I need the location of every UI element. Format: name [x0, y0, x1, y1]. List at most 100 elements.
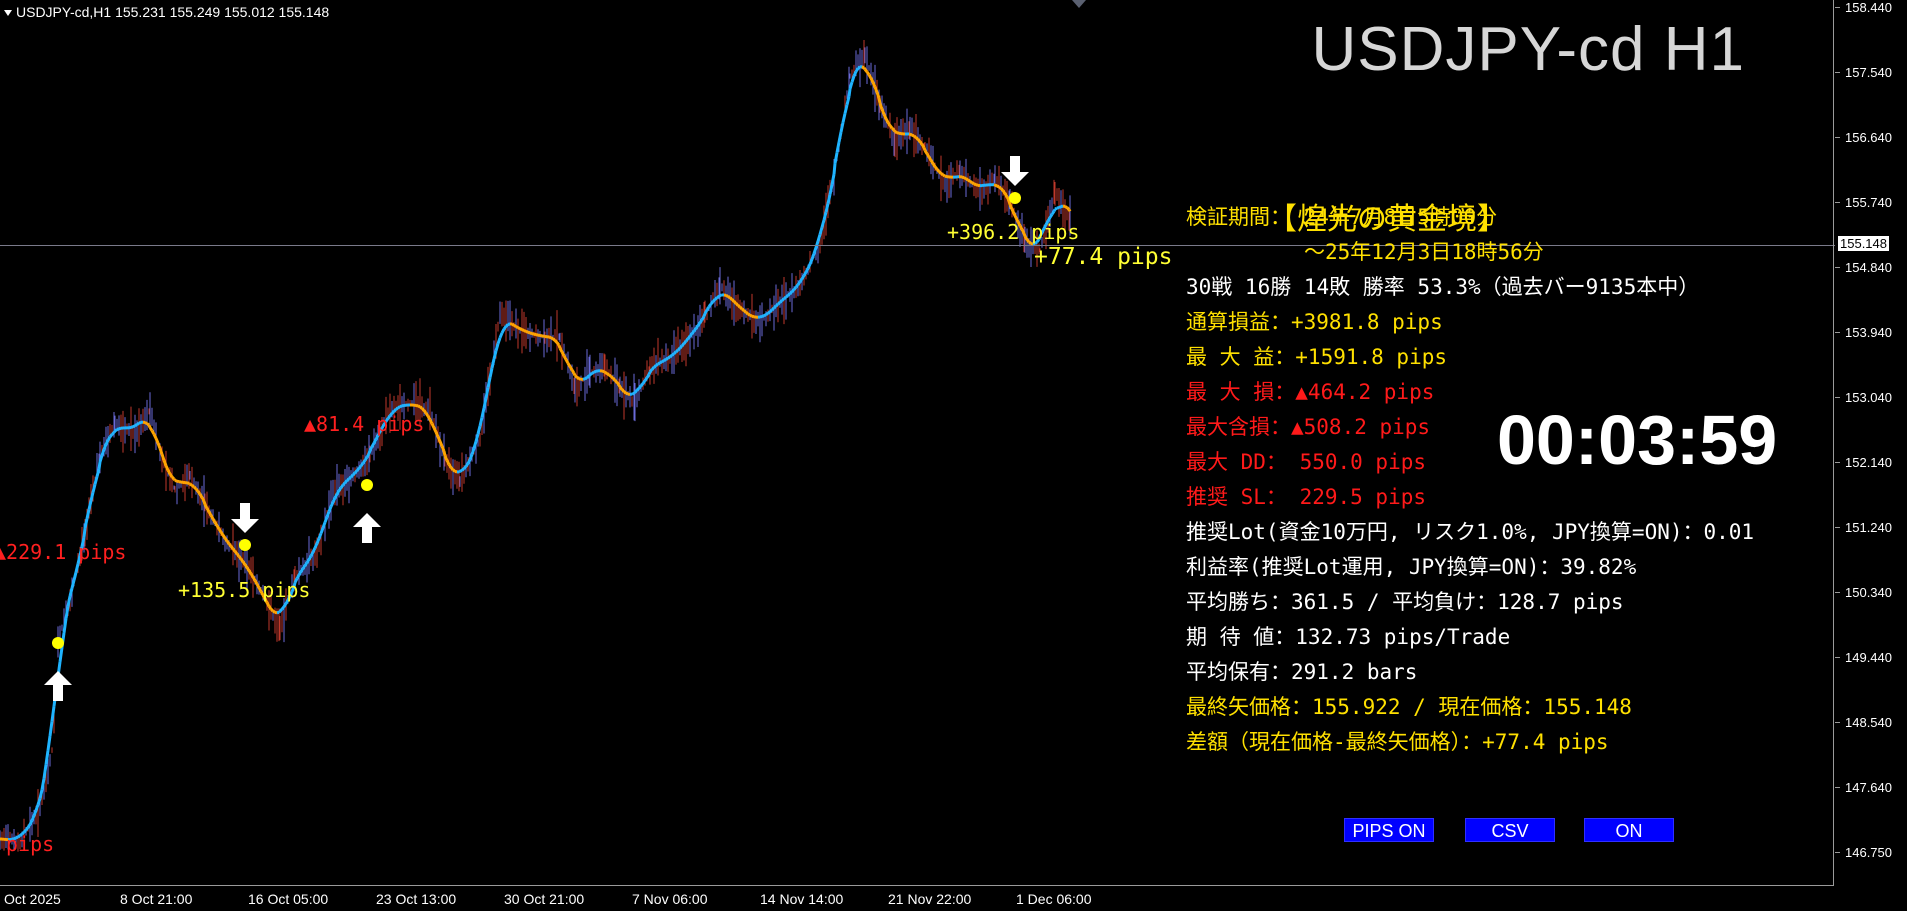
pips-toggle-button[interactable]: PIPS ON [1344, 818, 1434, 842]
ma-segment [317, 532, 323, 540]
ma-segment [470, 447, 476, 455]
ma-segment [194, 487, 200, 493]
ma-segment [765, 312, 769, 316]
current-price-badge: 155.148 [1838, 236, 1889, 251]
ma-segment [678, 344, 684, 350]
stat-max-profit: 最 大 益：+1591.8 pips [1186, 345, 1448, 369]
ma-segment [848, 81, 854, 90]
ma-segment [787, 292, 791, 297]
ma-segment [837, 131, 843, 143]
time-axis[interactable]: Oct 2025 8 Oct 21:00 16 Oct 05:00 23 Oct… [0, 887, 1835, 911]
chart-area[interactable]: USDJPY-cd,H1 155.231 155.249 155.012 155… [0, 0, 1835, 887]
ma-segment [971, 181, 975, 186]
ma-segment [341, 481, 347, 487]
ma-segment [810, 253, 816, 260]
ma-segment [335, 489, 341, 495]
ma-segment [488, 367, 494, 378]
ma-segment [743, 309, 747, 314]
stat-record: 30戦 16勝 14敗 勝率 53.3%（過去バー9135本中） [1186, 275, 1700, 299]
price-tick: 156.640 [1835, 130, 1892, 145]
ma-segment [747, 312, 751, 317]
ma-segment [566, 362, 572, 368]
ma-segment [215, 524, 221, 530]
ma-segment [319, 527, 325, 534]
ma-segment [587, 373, 592, 378]
ma-segment [963, 176, 967, 181]
ma-segment [582, 377, 586, 381]
ma-segment [1050, 210, 1056, 216]
ma-segment [50, 705, 56, 722]
ma-segment [130, 425, 134, 429]
csv-export-button[interactable]: CSV [1465, 818, 1555, 842]
ma-segment [871, 81, 877, 88]
time-tick: 21 Nov 22:00 [888, 891, 972, 907]
price-axis[interactable]: 158.440 157.540 156.640 155.740 154.840 … [1835, 0, 1907, 887]
ma-segment [428, 418, 434, 425]
ma-segment [32, 809, 38, 817]
ma-segment [671, 352, 675, 357]
ma-segment [241, 560, 247, 566]
ma-segment [770, 306, 776, 311]
ma-segment [975, 183, 979, 187]
ma-segment [311, 547, 317, 553]
ma-segment [973, 182, 977, 187]
ma-segment [492, 350, 498, 360]
moving-average-line [0, 65, 1072, 842]
ma-segment [219, 531, 225, 536]
ma-segment [998, 185, 1002, 190]
ma-segment [843, 104, 849, 114]
ma-segment [645, 373, 651, 379]
ma-segment [940, 172, 944, 177]
ma-segment [862, 66, 867, 71]
symbol-header: USDJPY-cd,H1 155.231 155.249 155.012 155… [4, 4, 329, 20]
ma-segment [894, 130, 898, 134]
ma-segment [205, 507, 211, 513]
ma-segment [327, 506, 333, 513]
ma-segment [46, 735, 52, 751]
ma-segment [192, 485, 198, 490]
ma-segment [443, 455, 449, 462]
ma-segment [217, 528, 223, 533]
trade-result-label: ▲229.1 pips [0, 540, 127, 564]
ma-segment [767, 310, 771, 315]
ma-segment [816, 234, 822, 242]
ma-segment [158, 447, 164, 455]
ma-segment [438, 440, 444, 447]
ma-segment [576, 376, 580, 380]
ma-segment [790, 288, 796, 293]
buy-arrow-icon [353, 513, 381, 543]
time-tick: 1 Dec 06:00 [1016, 891, 1092, 907]
ma-segment [147, 424, 152, 429]
ma-segment [494, 343, 500, 352]
ma-segment [132, 424, 136, 429]
trade-result-label: ▲81.4 pips [304, 412, 425, 436]
ma-segment [965, 177, 969, 182]
on-toggle-button[interactable]: ON [1584, 818, 1674, 842]
time-tick: 8 Oct 21:00 [120, 891, 193, 907]
ma-segment [647, 371, 652, 376]
stat-avg-win-loss: 平均勝ち：361.5 / 平均負け：128.7 pips [1186, 590, 1624, 614]
scroll-marker-icon[interactable] [1072, 0, 1086, 8]
ma-segment [395, 406, 399, 411]
ma-segment [305, 558, 311, 564]
ma-segment [824, 203, 830, 213]
ma-segment [397, 405, 401, 410]
ma-segment [100, 448, 106, 456]
dropdown-triangle-icon[interactable] [4, 10, 12, 17]
ma-segment [95, 468, 101, 477]
ma-segment [610, 375, 614, 380]
ma-segment [110, 431, 116, 436]
ma-segment [763, 313, 767, 318]
ma-segment [97, 461, 102, 470]
ma-segment [449, 466, 455, 471]
ma-segment [739, 306, 743, 311]
ma-segment [635, 387, 641, 392]
ma-segment [321, 521, 327, 529]
ma-segment [839, 122, 845, 133]
ma-segment [929, 159, 935, 165]
ma-segment [462, 465, 468, 470]
ma-segment [772, 304, 778, 310]
ma-segment [267, 605, 273, 610]
ma-segment [502, 325, 508, 330]
ma-segment [634, 389, 638, 394]
